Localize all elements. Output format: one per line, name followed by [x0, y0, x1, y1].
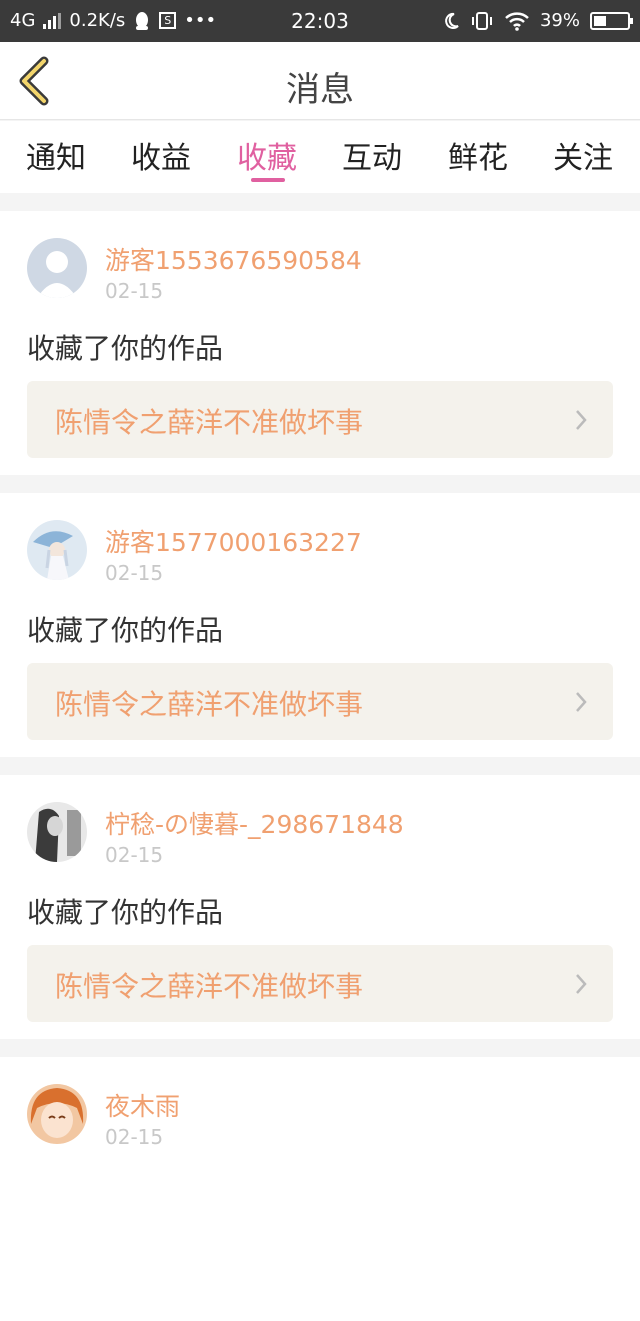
work-link[interactable]: 陈情令之薛洋不准做坏事	[27, 663, 613, 740]
default-avatar-icon	[27, 238, 87, 298]
username[interactable]: 游客1577000163227	[105, 523, 362, 559]
status-bar: 4G 0.2K/s S ••• 22:03 39%	[0, 0, 640, 42]
page-title: 消息	[286, 70, 354, 110]
chevron-right-icon	[576, 974, 587, 994]
date: 02-15	[105, 561, 164, 585]
date: 02-15	[105, 843, 164, 867]
active-tab-indicator	[251, 178, 285, 182]
username[interactable]: 游客1553676590584	[105, 241, 362, 277]
tab-favorites[interactable]: 收藏	[214, 133, 320, 177]
chevron-right-icon	[576, 692, 587, 712]
tab-follow[interactable]: 关注	[530, 133, 636, 177]
username[interactable]: 柠稔-の悽暮-_298671848	[105, 805, 404, 841]
battery-percent: 39%	[539, 10, 580, 31]
list-item: 柠稔-の悽暮-_298671848 02-15 收藏了你的作品 陈情令之薛洋不准…	[0, 775, 640, 1039]
tab-interaction[interactable]: 互动	[319, 133, 425, 177]
avatar[interactable]	[27, 520, 87, 580]
action-text: 收藏了你的作品	[27, 614, 224, 647]
list-item: 游客1553676590584 02-15 收藏了你的作品 陈情令之薛洋不准做坏…	[0, 211, 640, 475]
wifi-icon	[505, 11, 529, 31]
username[interactable]: 夜木雨	[105, 1087, 180, 1123]
nav-header: 消息	[0, 42, 640, 120]
chevron-right-icon	[576, 410, 587, 430]
date: 02-15	[105, 279, 164, 303]
tab-earnings[interactable]: 收益	[108, 133, 214, 177]
avatar[interactable]	[27, 238, 87, 298]
avatar[interactable]	[27, 1084, 87, 1144]
monochrome-photo-avatar-icon	[27, 802, 87, 862]
anime-girl-umbrella-avatar-icon	[27, 520, 87, 580]
tab-flowers[interactable]: 鲜花	[425, 133, 531, 177]
tab-notification[interactable]: 通知	[3, 133, 109, 177]
list-item: 游客1577000163227 02-15 收藏了你的作品 陈情令之薛洋不准做坏…	[0, 493, 640, 757]
work-title: 陈情令之薛洋不准做坏事	[55, 970, 364, 1003]
date: 02-15	[105, 1125, 164, 1149]
avatar[interactable]	[27, 802, 87, 862]
list-item: 夜木雨 02-15	[0, 1057, 640, 1321]
vibrate-icon	[471, 11, 492, 30]
work-link[interactable]: 陈情令之薛洋不准做坏事	[27, 945, 613, 1022]
tab-bar: 通知 收益 收藏 互动 鲜花 关注	[0, 121, 640, 193]
work-title: 陈情令之薛洋不准做坏事	[55, 688, 364, 721]
moon-icon	[445, 12, 459, 29]
anime-orange-hair-avatar-icon	[27, 1084, 87, 1144]
battery-icon	[590, 11, 633, 30]
action-text: 收藏了你的作品	[27, 896, 224, 929]
work-link[interactable]: 陈情令之薛洋不准做坏事	[27, 381, 613, 458]
work-title: 陈情令之薛洋不准做坏事	[55, 406, 364, 439]
action-text: 收藏了你的作品	[27, 332, 224, 365]
